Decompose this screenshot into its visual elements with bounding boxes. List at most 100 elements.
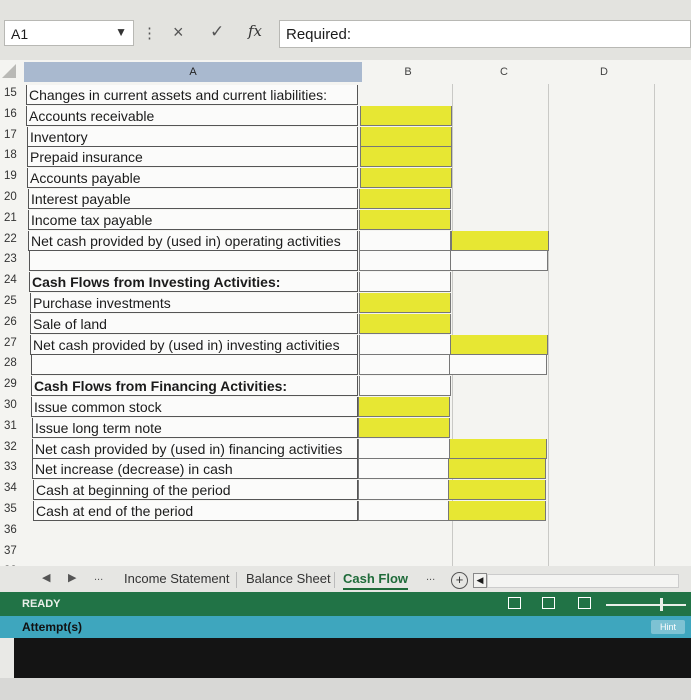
row-number[interactable]: 25 [4,295,26,307]
row-number[interactable]: 21 [4,212,26,224]
cell-a-label[interactable] [29,251,358,272]
input-cell-c[interactable] [448,459,546,480]
more-sheets-right[interactable]: ... [426,571,435,583]
cell-b[interactable] [358,438,450,459]
input-cell-b[interactable] [359,209,451,230]
cell-a-label[interactable] [31,355,358,376]
row-number[interactable]: 18 [4,149,26,161]
input-cell-c[interactable] [448,480,546,501]
cell-a-label[interactable]: Accounts receivable [26,105,358,126]
row-number[interactable]: 23 [4,253,26,265]
row-number[interactable]: 30 [4,399,26,411]
cell-a-label[interactable]: Net cash provided by (used in) operating… [28,230,358,251]
row-number[interactable]: 15 [4,87,26,99]
input-cell-b[interactable] [360,126,452,147]
cell-b[interactable] [359,251,451,272]
input-cell-b[interactable] [359,189,451,209]
next-sheet-icon[interactable]: ▶ [68,571,76,584]
cell-a-label[interactable]: Net cash provided by (used in) investing… [30,334,358,355]
tab-cash-flow[interactable]: Cash Flow [343,571,409,590]
scroll-left-icon[interactable]: ◀ [473,573,487,588]
cell-a-label[interactable]: Net increase (decrease) in cash [32,459,358,480]
cell-b[interactable] [358,480,450,501]
cell-a-label[interactable]: Cash at beginning of the period [33,480,358,501]
row-number[interactable]: 36 [4,524,26,536]
row-number[interactable]: 26 [4,316,26,328]
cell-b[interactable] [359,376,451,397]
row-number[interactable]: 22 [4,233,26,245]
input-cell-c[interactable] [451,230,549,251]
cell-a-label[interactable] [34,543,358,563]
input-cell-b[interactable] [360,105,452,126]
page-layout-icon[interactable] [542,597,555,609]
tab-income-statement[interactable]: Income Statement [124,571,230,586]
prev-sheet-icon[interactable]: ◀ [42,571,50,584]
row-number[interactable]: 29 [4,378,26,390]
row-number[interactable]: 32 [4,441,26,453]
horizontal-scrollbar[interactable] [487,574,679,588]
row-number[interactable]: 20 [4,191,26,203]
input-cell-b[interactable] [359,313,451,334]
row-number[interactable]: 28 [4,357,26,369]
cell-a-label[interactable]: Sale of land [30,313,358,334]
cell-a-label[interactable]: Accounts payable [27,168,358,189]
row-number[interactable]: 35 [4,503,26,515]
cell-a-label[interactable]: Issue long term note [32,417,358,438]
row-number[interactable]: 16 [4,108,26,120]
cell-a-label[interactable]: Income tax payable [28,209,358,230]
input-cell-c[interactable] [448,501,546,521]
input-cell-b[interactable] [358,397,450,417]
row-number[interactable]: 37 [4,545,26,557]
name-box[interactable]: A1 ▼ [4,20,134,46]
cell-a-label[interactable]: Cash at end of the period [33,501,358,521]
add-sheet-icon[interactable]: + [451,572,468,589]
cell-b[interactable] [358,459,450,480]
input-cell-c[interactable] [449,438,547,459]
row-number[interactable]: 17 [4,129,26,141]
cell-b[interactable] [358,501,450,521]
column-header-c[interactable]: C [454,62,554,82]
row-number[interactable]: 24 [4,274,26,286]
select-all-corner[interactable] [2,64,16,78]
cell-a-label[interactable]: Purchase investments [30,293,358,313]
chevron-down-icon[interactable]: ▼ [115,25,127,39]
more-options-icon[interactable]: ⋮ [142,24,157,42]
cell-c[interactable] [449,355,547,376]
cell-a-label[interactable]: Issue common stock [31,397,358,417]
more-sheets-left[interactable]: ... [94,571,103,583]
input-cell-c[interactable] [450,334,548,355]
cell-b[interactable] [359,230,451,251]
formula-input[interactable]: Required: [279,20,691,48]
cell-a-label[interactable]: Changes in current assets and current li… [26,85,358,105]
column-header-d[interactable]: D [554,62,654,82]
cancel-icon[interactable]: × [173,22,184,43]
input-cell-b[interactable] [360,168,452,189]
row-number[interactable]: 19 [4,170,26,182]
column-header-a[interactable]: A [24,62,362,82]
hint-button[interactable]: Hint [651,620,685,634]
row-number[interactable]: 27 [4,337,26,349]
zoom-slider[interactable] [606,604,686,606]
input-cell-b[interactable] [360,147,452,168]
column-header-b[interactable]: B [362,62,454,82]
tab-balance-sheet[interactable]: Balance Sheet [246,571,331,586]
cell-a-label[interactable]: Prepaid insurance [27,147,358,168]
enter-check-icon[interactable]: ✓ [210,22,224,42]
cell-a-label[interactable]: Cash Flows from Financing Activities: [31,376,358,397]
input-cell-b[interactable] [359,293,451,313]
cell-b[interactable] [359,334,451,355]
zoom-slider-knob[interactable] [660,598,663,611]
cell-a-label[interactable]: Interest payable [28,189,358,209]
cell-b[interactable] [359,355,451,376]
cell-b[interactable] [359,272,451,293]
row-number[interactable]: 31 [4,420,26,432]
cell-a-label[interactable]: Cash Flows from Investing Activities: [29,272,358,293]
cell-a-label[interactable]: Net cash provided by (used in) financing… [32,438,358,459]
input-cell-b[interactable] [358,417,450,438]
cell-c[interactable] [450,251,548,272]
row-number[interactable]: 34 [4,482,26,494]
page-break-preview-icon[interactable] [578,597,591,609]
cell-a-label[interactable] [33,522,358,542]
insert-function-icon[interactable]: fx [248,22,262,40]
cell-a-label[interactable]: Inventory [27,126,358,147]
